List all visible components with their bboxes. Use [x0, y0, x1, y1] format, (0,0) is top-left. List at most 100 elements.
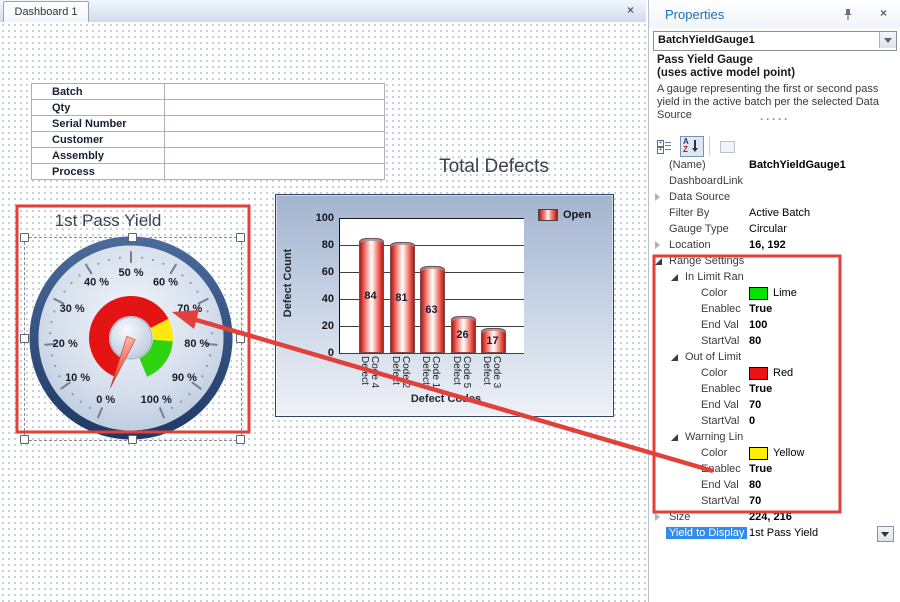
property-label: StartVal [701, 495, 739, 507]
property-label: End Val [701, 399, 739, 411]
property-row-dashboardlink[interactable]: DashboardLink [649, 173, 900, 189]
property-row-filter-by[interactable]: Filter ByActive Batch [649, 205, 900, 221]
collapse-icon[interactable] [671, 354, 678, 361]
property-label: Enablec [701, 383, 741, 395]
dashboard-designer-window: Dashboard 1 × BatchQtySerial NumberCusto… [0, 0, 900, 602]
property-row-in-limit-ran[interactable]: In Limit Ran [649, 269, 900, 285]
pass-yield-gauge[interactable]: 0 %10 %20 %30 %40 %50 %60 %70 %80 %90 %1… [21, 228, 241, 448]
property-label: Enablec [701, 303, 741, 315]
property-row-gauge-type[interactable]: Gauge TypeCircular [649, 221, 900, 237]
table-row: Serial Number [32, 116, 385, 132]
svg-text:60 %: 60 % [153, 277, 178, 289]
property-row-warning-lin[interactable]: Warning Lin [649, 429, 900, 445]
resize-handle[interactable] [128, 435, 137, 444]
property-label: Color [701, 447, 727, 459]
close-icon[interactable]: × [880, 6, 887, 20]
chevron-down-icon [884, 38, 892, 43]
table-row: Batch [32, 84, 385, 100]
property-row-size[interactable]: Size224, 216 [649, 509, 900, 525]
property-value: Red [773, 367, 793, 379]
object-selector-combobox[interactable]: BatchYieldGauge1 [653, 31, 897, 51]
defects-bar-chart[interactable]: Defect Count 8481632617 100806040200 Def… [275, 194, 614, 417]
expand-icon[interactable] [655, 241, 660, 249]
gridline [340, 353, 524, 354]
property-row-enablec[interactable]: EnablecTrue [649, 461, 900, 477]
property-row-enablec[interactable]: Enablec True [649, 381, 900, 397]
batch-info-table[interactable]: BatchQtySerial NumberCustomerAssemblyPro… [31, 83, 385, 180]
property-label: Range Settings [669, 255, 744, 267]
tab-close-icon[interactable]: × [627, 3, 634, 17]
property-row-range-settings[interactable]: Range Settings [649, 253, 900, 269]
properties-panel-header: Properties × [649, 0, 900, 28]
property-row-color[interactable]: ColorLime [649, 285, 900, 301]
y-tick-label: 0 [300, 347, 334, 359]
property-label: Out of Limit [685, 351, 741, 363]
table-row-value [164, 100, 384, 116]
property-row-enablec[interactable]: EnablecTrue [649, 301, 900, 317]
collapse-icon[interactable] [671, 274, 678, 281]
chevron-down-icon [881, 532, 889, 537]
value-dropdown-button[interactable] [877, 526, 894, 542]
property-row-end-val[interactable]: End Val70 [649, 397, 900, 413]
property-row-color[interactable]: ColorRed [649, 365, 900, 381]
property-value: BatchYieldGauge1 [749, 159, 846, 171]
resize-handle[interactable] [20, 435, 29, 444]
svg-text:90 %: 90 % [172, 372, 197, 384]
property-row-end-val[interactable]: End Val80 [649, 477, 900, 493]
property-label: StartVal [701, 335, 739, 347]
property-row--name-[interactable]: (Name)BatchYieldGauge1 [649, 157, 900, 173]
expand-icon[interactable] [655, 513, 660, 521]
property-row-data-source[interactable]: Data Source [649, 189, 900, 205]
property-label: StartVal [701, 415, 739, 427]
table-row-value [164, 164, 384, 180]
resize-handle[interactable] [20, 233, 29, 242]
legend-label: Open [563, 209, 591, 221]
table-row-label: Qty [32, 100, 165, 116]
property-row-location[interactable]: Location16, 192 [649, 237, 900, 253]
y-tick-label: 20 [300, 320, 334, 332]
bar-value-label: 17 [481, 335, 504, 347]
svg-text:0 %: 0 % [96, 394, 115, 406]
resize-handle[interactable] [236, 334, 245, 343]
resize-handle[interactable] [236, 435, 245, 444]
design-canvas[interactable]: BatchQtySerial NumberCustomerAssemblyPro… [0, 22, 646, 602]
color-swatch [749, 287, 768, 300]
property-row-color[interactable]: ColorYellow [649, 445, 900, 461]
table-row-label: Assembly [32, 148, 165, 164]
svg-text:20 %: 20 % [53, 338, 78, 350]
resize-handle[interactable] [128, 233, 137, 242]
property-value: 1st Pass Yield [749, 527, 818, 539]
property-row-startval[interactable]: StartVal 70 [649, 493, 900, 509]
property-label: End Val [701, 479, 739, 491]
property-value: 70 [749, 495, 761, 507]
resize-handle[interactable] [236, 233, 245, 242]
svg-text:100 %: 100 % [141, 394, 172, 406]
property-value: Circular [749, 223, 787, 235]
property-row-out-of-limit[interactable]: Out of Limit [649, 349, 900, 365]
pin-icon[interactable] [843, 8, 853, 21]
color-swatch [749, 447, 768, 460]
color-swatch [749, 367, 768, 380]
splitter-gripper[interactable]: ····· [649, 112, 900, 126]
bar-value-label: 26 [451, 329, 474, 341]
property-row-yield-to-display[interactable]: Yield to Display1st Pass Yield [649, 525, 900, 541]
collapse-icon[interactable] [671, 434, 678, 441]
alphabetical-sort-button[interactable]: A Z [680, 136, 704, 157]
property-label: End Val [701, 319, 739, 331]
property-pages-button [715, 136, 739, 157]
table-row-label: Serial Number [32, 116, 165, 132]
combobox-dropdown-button[interactable] [879, 32, 896, 48]
property-row-end-val[interactable]: End Val100 [649, 317, 900, 333]
property-row-startval[interactable]: StartVal80 [649, 333, 900, 349]
property-grid-toolbar: ++ A Z [653, 135, 739, 157]
table-row-label: Process [32, 164, 165, 180]
property-row-startval[interactable]: StartVal0 [649, 413, 900, 429]
expand-icon[interactable] [655, 193, 660, 201]
tab-dashboard-1[interactable]: Dashboard 1 [3, 1, 89, 23]
chart-legend: Open [538, 209, 591, 221]
categorized-view-button[interactable]: ++ [653, 136, 677, 157]
bar-value-label: 63 [420, 304, 443, 316]
property-value: True [749, 383, 772, 395]
collapse-icon[interactable] [655, 258, 662, 265]
resize-handle[interactable] [20, 334, 29, 343]
